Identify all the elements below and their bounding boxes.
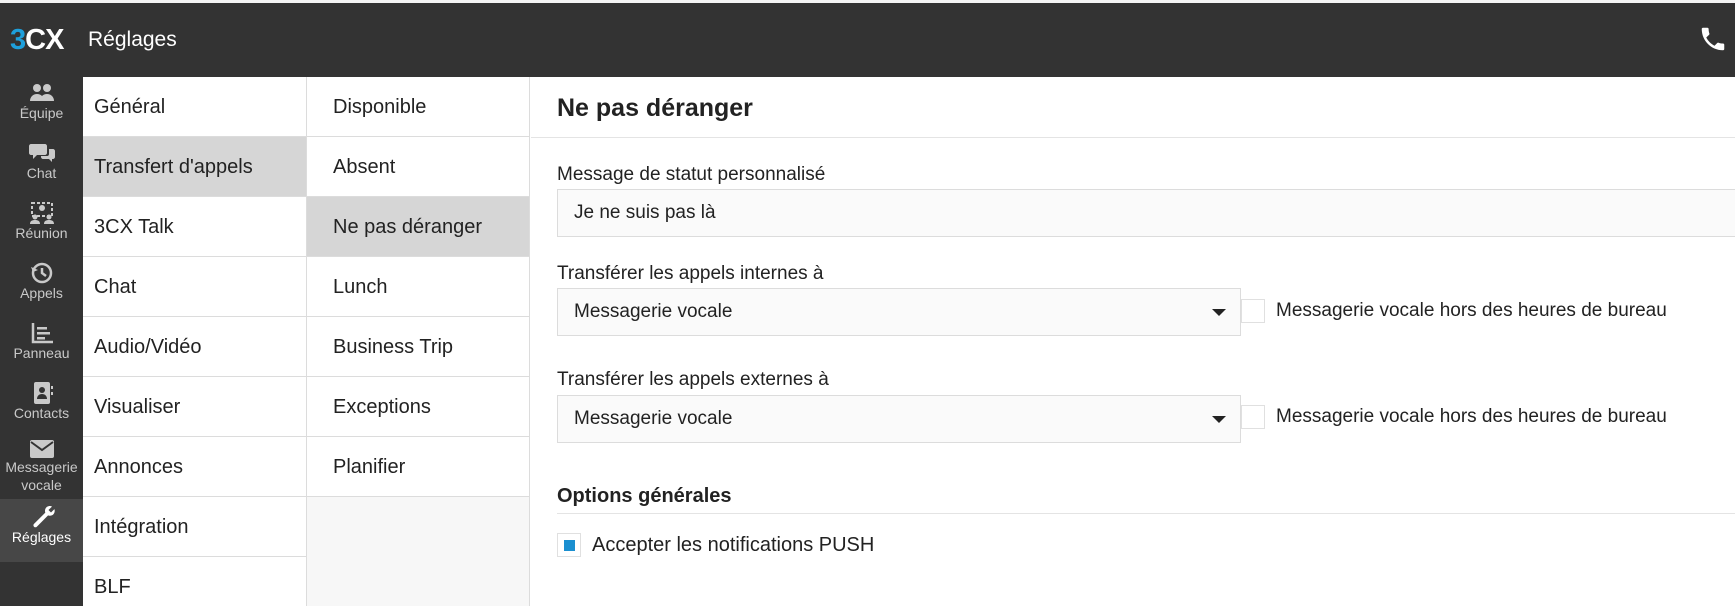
internal-forward-label: Transférer les appels internes à [557,263,824,284]
title-divider [531,137,1735,138]
nav-calls-label: Appels [20,285,63,301]
nav-settings-label: Réglages [11,529,72,545]
menu-chat[interactable]: Chat [83,257,306,317]
wrench-icon [32,506,55,528]
menu-call-forwarding[interactable]: Transfert d'appels [83,137,306,197]
status-do-not-disturb[interactable]: Ne pas déranger [307,197,529,257]
nav-panel-label: Panneau [13,345,70,361]
checkbox-box[interactable] [1241,405,1265,429]
internal-forward-value: Messagerie vocale [574,301,733,322]
nav-meeting[interactable]: Réunion [0,197,83,257]
nav-chat[interactable]: Chat [0,137,83,197]
main-panel: Ne pas déranger Message de statut person… [531,77,1735,606]
status-business-trip[interactable]: Business Trip [307,317,529,377]
3cx-logo: 3CX [10,24,64,56]
status-available[interactable]: Disponible [307,77,529,137]
left-nav: Équipe Chat Réunion Appels Panneau Conta… [0,77,83,606]
custom-status-label: Message de statut personnalisé [557,164,826,185]
app-title: Réglages [88,28,177,51]
status-lunch[interactable]: Lunch [307,257,529,317]
external-forward-select[interactable]: Messagerie vocale [557,395,1241,443]
chat-icon [28,144,55,162]
contacts-icon [33,382,53,404]
external-forward-label: Transférer les appels externes à [557,369,829,390]
chevron-down-icon [1212,309,1226,316]
envelope-icon [29,440,54,458]
nav-calls[interactable]: Appels [0,257,83,317]
external-voicemail-checkbox-label: Messagerie vocale hors des heures de bur… [1276,406,1667,427]
status-away[interactable]: Absent [307,137,529,197]
nav-panel[interactable]: Panneau [0,317,83,377]
menu-3cx-talk[interactable]: 3CX Talk [83,197,306,257]
internal-forward-select[interactable]: Messagerie vocale [557,288,1241,336]
status-schedule[interactable]: Planifier [307,437,529,497]
top-strip [0,0,1735,3]
menu-audio-video[interactable]: Audio/Vidéo [83,317,306,377]
settings-menu: Général Transfert d'appels 3CX Talk Chat… [83,77,307,606]
nav-meeting-label: Réunion [15,225,68,241]
nav-chat-label: Chat [26,165,57,181]
meeting-icon [29,202,54,224]
nav-voicemail-label: Messagerie [5,459,78,475]
external-forward-value: Messagerie vocale [574,408,733,429]
nav-contacts-label: Contacts [13,405,70,421]
nav-voicemail[interactable]: Messagerie vocale [0,437,83,500]
nav-voicemail-label2: vocale [21,477,62,493]
custom-status-input[interactable]: Je ne suis pas là [557,189,1735,237]
internal-voicemail-checkbox-label: Messagerie vocale hors des heures de bur… [1276,300,1667,321]
top-bar: 3CX Réglages [0,0,1735,77]
checkbox-box[interactable] [1241,299,1265,323]
page-title: Ne pas déranger [557,94,753,122]
team-icon [29,84,54,101]
section-divider [557,513,1735,514]
panel-chart-icon [31,323,53,344]
checkbox-box[interactable] [557,533,581,557]
menu-blf[interactable]: BLF [83,557,306,606]
checked-indicator [564,540,575,551]
history-icon [30,262,52,284]
status-exceptions[interactable]: Exceptions [307,377,529,437]
general-options-title: Options générales [557,485,732,507]
nav-team-label: Équipe [19,105,64,121]
phone-icon[interactable] [1698,24,1728,54]
status-menu: Disponible Absent Ne pas déranger Lunch … [307,77,530,606]
menu-announcements[interactable]: Annonces [83,437,306,497]
menu-general[interactable]: Général [83,77,306,137]
menu-view[interactable]: Visualiser [83,377,306,437]
nav-team[interactable]: Équipe [0,77,83,137]
chevron-down-icon [1212,416,1226,423]
nav-contacts[interactable]: Contacts [0,377,83,437]
push-notifications-label: Accepter les notifications PUSH [592,534,875,556]
nav-settings[interactable]: Réglages [0,499,83,562]
menu-integration[interactable]: Intégration [83,497,306,557]
